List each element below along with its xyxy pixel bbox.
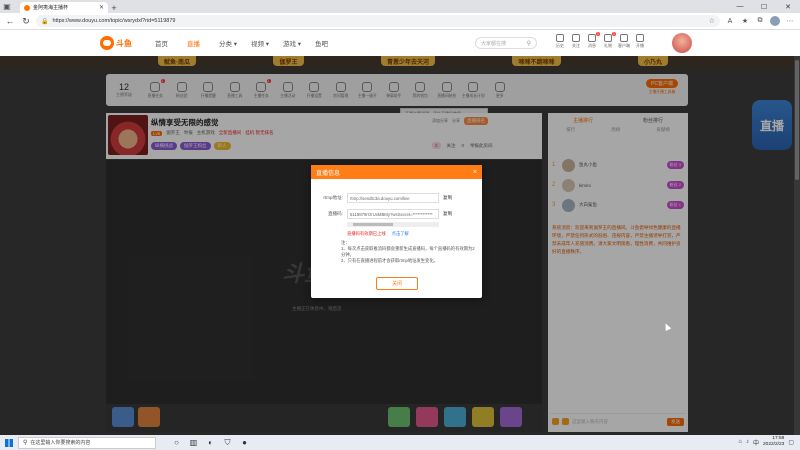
header-icon-label: 客户端 [618, 43, 630, 48]
user-avatar[interactable] [672, 33, 692, 53]
close-tab-icon[interactable]: ✕ [99, 4, 104, 11]
header-icon-label: 开播 [636, 43, 644, 48]
edge-icon[interactable]: ◐ [204, 436, 217, 449]
back-icon[interactable]: ← [4, 15, 16, 27]
message-button[interactable]: 消息 1 [584, 32, 600, 49]
dialog-header: 直播信息 × [311, 165, 482, 179]
maximize-icon[interactable]: ☐ [752, 0, 776, 13]
history-button[interactable]: 历史 [552, 34, 568, 49]
follow-button[interactable]: 关注 [568, 34, 584, 49]
nav-item[interactable]: 分类 ▾ [219, 38, 251, 48]
nav-item[interactable]: 鱼吧 [315, 38, 347, 48]
douyu-favicon-icon [24, 4, 30, 11]
window-menu-icon[interactable]: ▣ [0, 0, 14, 13]
new-tab-button[interactable]: + [108, 2, 120, 13]
read-aloud-icon[interactable]: A [724, 15, 736, 27]
notifications-icon[interactable]: ▢ [788, 439, 794, 446]
volume-icon[interactable]: ♪ [746, 439, 749, 445]
collections-icon[interactable]: ⧉ [754, 15, 766, 27]
header-icon-label: 关注 [572, 43, 580, 48]
account-icon[interactable] [769, 15, 781, 27]
tab-title: 金阿夷海主播杯 [33, 5, 69, 11]
taskbar-search[interactable]: ⚲ 在这里输入你要搜索的内容 [18, 436, 156, 449]
gift-button[interactable]: 礼物 1 [600, 32, 616, 49]
windows-logo-icon [5, 438, 13, 447]
close-window-icon[interactable]: ✕ [776, 0, 800, 13]
file-explorer-icon[interactable]: ▥ [187, 436, 200, 449]
site-search-input[interactable]: 大家都在搜 ⚲ [475, 37, 537, 49]
warning-text: 直播码有效期已上线 [347, 231, 386, 236]
message-icon [588, 34, 596, 42]
dialog-close-icon[interactable]: × [473, 169, 477, 176]
key-label: 直播码: [327, 211, 343, 216]
nav-item[interactable]: 首页 [155, 38, 187, 48]
date-text: 2022/2/23 [762, 442, 785, 447]
learn-more-link[interactable]: 点击了解 [392, 231, 409, 237]
windows-taskbar: ⚲ 在这里输入你要搜索的内容 ○ ▥ ◐ ⛉ ● ⌂ ♪ 中 17:59 202… [0, 435, 800, 450]
more-icon[interactable]: ⋯ [784, 15, 796, 27]
history-icon [556, 34, 564, 42]
nav-item[interactable]: 游戏 ▾ [283, 38, 315, 48]
url-text: https://www.douyu.com/topic/wsrydxl?rid=… [52, 18, 176, 24]
live-info-dialog: 直播信息 × rtmp地址: rtmp://sendtc3a.douyu.com… [311, 165, 482, 298]
broadcast-icon [636, 34, 644, 42]
favorites-icon[interactable]: ★ [739, 15, 751, 27]
close-dialog-button[interactable]: 关闭 [376, 277, 418, 290]
system-tray: ⌂ ♪ 中 17:59 2022/2/23 ▢ [738, 436, 794, 448]
nav-item[interactable]: 视频 ▾ [251, 38, 283, 48]
douyu-logo[interactable]: 斗鱼 [100, 35, 134, 51]
rtmp-field[interactable]: rtmp://sendtc3a.douyu.com/live [347, 193, 439, 203]
start-button[interactable] [0, 435, 18, 450]
stream-key-field[interactable]: 5119879rOrUxMBMy?wsSecret=************ [347, 209, 439, 219]
nav-item[interactable]: 直播 [187, 38, 219, 48]
favorite-star-icon[interactable]: ☆ [709, 17, 715, 25]
browser-tab[interactable]: 金阿夷海主播杯 ✕ [20, 2, 108, 13]
dialog-notes: 注： 1、每次点击获取推流码都会重新生成直播码，每个直播码的有效期为2分钟。 2… [341, 240, 477, 264]
copy-rtmp-button[interactable]: 复制 [443, 195, 452, 201]
broadcast-button[interactable]: 开播 [632, 34, 648, 49]
address-bar: ← ↻ 🔒 https://www.douyu.com/topic/wsrydx… [0, 13, 800, 30]
taskbar-search-placeholder: 在这里输入你要搜索的内容 [30, 440, 91, 446]
dialog-title: 直播信息 [316, 170, 341, 177]
task-view-icon[interactable]: ○ [170, 436, 183, 449]
note-line: 2、只有在直播进程前才会获取rtmp地址发生变化。 [341, 258, 438, 263]
network-icon[interactable]: ⌂ [738, 439, 742, 445]
refresh-icon[interactable]: ↻ [20, 15, 32, 27]
key-field-scrollbar[interactable] [347, 222, 439, 227]
browser-tab-strip: ▣ 金阿夷海主播杯 ✕ + — ☐ ✕ [0, 0, 800, 13]
rtmp-label: rtmp地址: [323, 195, 343, 200]
url-field[interactable]: 🔒 https://www.douyu.com/topic/wsrydxl?ri… [36, 15, 720, 27]
header-icon-label: 历史 [556, 43, 564, 48]
key-scroll-thumb[interactable] [353, 223, 393, 226]
copy-key-button[interactable]: 复制 [443, 211, 452, 217]
rtmp-row: rtmp地址: rtmp://sendtc3a.douyu.com/live 复… [315, 193, 452, 203]
fish-logo-icon [100, 36, 114, 50]
key-row: 直播码: 5119879rOrUxMBMy?wsSecret=*********… [315, 209, 452, 219]
taskbar-apps: ○ ▥ ◐ ⛉ ● [170, 436, 251, 449]
security-icon[interactable]: ⛉ [221, 436, 234, 449]
header-icon-label: 消息 [588, 43, 596, 48]
follow-icon [572, 34, 580, 42]
key-warning: 直播码有效期已上线 点击了解 [347, 231, 409, 237]
clock[interactable]: 17:59 2022/2/23 [763, 436, 784, 448]
header-icons: 历史 关注 消息 1 礼物 1 客户端 开播 [552, 32, 648, 49]
main-nav: 首页 直播 分类 ▾ 视频 ▾ 游戏 ▾ 鱼吧 [155, 38, 347, 48]
search-placeholder: 大家都在搜 [481, 40, 507, 47]
search-icon: ⚲ [23, 440, 28, 446]
gift-icon [604, 34, 612, 42]
lock-icon[interactable]: 🔒 [41, 18, 48, 25]
download-icon [620, 34, 628, 42]
header-icon-label: 礼物 [604, 43, 612, 48]
site-header: 斗鱼 首页 直播 分类 ▾ 视频 ▾ 游戏 ▾ 鱼吧 大家都在搜 ⚲ 历史 关注 消息 1 礼物 1… [0, 30, 800, 56]
note-line: 1、每次点击获取推流码都会重新生成直播码，每个直播码的有效期为2分钟。 [341, 246, 475, 257]
window-controls: — ☐ ✕ [728, 0, 800, 13]
download-button[interactable]: 客户端 [616, 34, 632, 49]
search-icon[interactable]: ⚲ [527, 40, 531, 47]
app-icon[interactable]: ● [238, 436, 251, 449]
logo-text: 斗鱼 [116, 38, 132, 48]
minimize-icon[interactable]: — [728, 0, 752, 13]
browser-toolbar: A ★ ⧉ ⋯ [724, 15, 796, 27]
ime-icon[interactable]: 中 [753, 438, 759, 447]
